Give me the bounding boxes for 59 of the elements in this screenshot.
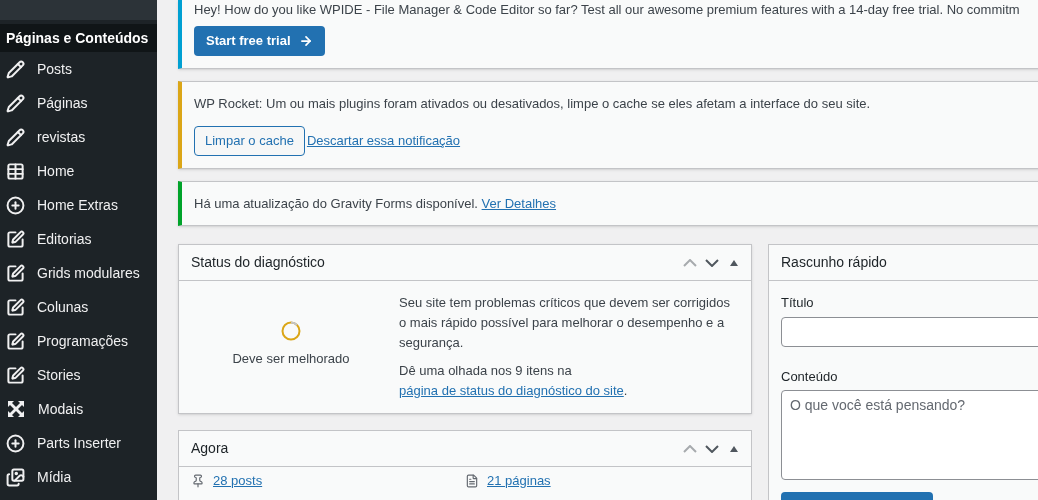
content-textarea[interactable]: O que você está pensando? [781, 390, 1038, 480]
menu-section-title[interactable]: Páginas e Conteúdos [0, 24, 157, 52]
field-label: Título [781, 294, 815, 312]
menu-item[interactable]: Parts Inserter [0, 426, 157, 460]
plus-circle-icon [6, 433, 25, 453]
count-link[interactable]: 21 páginas [465, 471, 739, 491]
menu-item[interactable]: Grids modulares [0, 256, 157, 290]
health-message: Seu site tem problemas críticos que devem ser corrigidos o mais rápido possível para melhorar o desempenho e a segurança. [399, 294, 731, 352]
images-icon [6, 467, 25, 487]
panel-title: Agora [191, 439, 229, 458]
move-down-button[interactable] [703, 256, 721, 269]
menu-item[interactable]: Mídia [0, 460, 157, 494]
menu-item[interactable]: Stories [0, 358, 157, 392]
status-ring-icon [281, 321, 301, 341]
count-link[interactable]: 28 posts [191, 471, 465, 491]
menu-item[interactable]: Home Extras [0, 188, 157, 222]
menu-item[interactable]: revistas [0, 120, 157, 154]
panel-title: Rascunho rápido [781, 253, 887, 272]
plus-circle-icon [6, 195, 25, 215]
page-icon [465, 473, 479, 488]
title-input[interactable] [781, 316, 1038, 347]
notice-text: Hey! How do you like WPIDE - File Manager & Code Editor so far? Test all our awesome premium features with a 14-day free trial. No commitm [194, 2, 1021, 18]
pencil-icon [6, 127, 25, 147]
menu-item[interactable]: Modais [0, 392, 157, 426]
triangle-icon [729, 444, 739, 453]
notice-text: Há uma atualização do Gravity Forms disponível. Ver Detalhes [194, 194, 558, 213]
status-label: Deve ser melhorado [232, 350, 350, 368]
edit-icon [6, 229, 25, 249]
clear-cache-button[interactable]: Limpar o cache [194, 125, 305, 156]
dismiss-link[interactable]: Descartar essa notificação [306, 130, 461, 151]
menu-item[interactable]: Programações [0, 324, 157, 358]
edit-icon [6, 331, 25, 351]
pin-icon [191, 473, 205, 488]
trial-button[interactable]: Start free trial [194, 26, 325, 56]
edit-icon [6, 365, 25, 385]
edit-icon [6, 263, 25, 283]
menu-item[interactable]: Editorias [0, 222, 157, 256]
arrows-icon [6, 399, 26, 419]
health-hint: Dê uma olhada nos 9 itens na página de status do diagnóstico do site. [399, 362, 629, 400]
chevron-up-icon [683, 258, 697, 267]
edit-icon [6, 297, 25, 317]
chevron-down-icon [705, 258, 719, 267]
menu-item[interactable]: Posts [0, 52, 157, 86]
pencil-icon [6, 93, 25, 113]
move-down-button[interactable] [703, 442, 721, 455]
details-link[interactable]: Ver Detalhes [481, 195, 557, 211]
health-status-link[interactable]: página de status do diagnóstico do site [399, 383, 624, 398]
panel-title: Status do diagnóstico [191, 253, 325, 272]
pencil-icon [6, 59, 25, 79]
menu-item[interactable]: Páginas [0, 86, 157, 120]
notice-text: WP Rocket: Um ou mais plugins foram ativados ou desativados, limpe o cache se eles afetam a interface do seu site. [194, 95, 872, 113]
chevron-down-icon [705, 444, 719, 453]
chevron-up-icon [683, 444, 697, 453]
menu-item[interactable]: Colunas [0, 290, 157, 324]
field-label: Conteúdo [781, 367, 839, 386]
arrow-right-icon [298, 34, 313, 48]
table-icon [6, 161, 25, 181]
triangle-icon [729, 258, 739, 267]
menu-item[interactable]: Home [0, 154, 157, 188]
